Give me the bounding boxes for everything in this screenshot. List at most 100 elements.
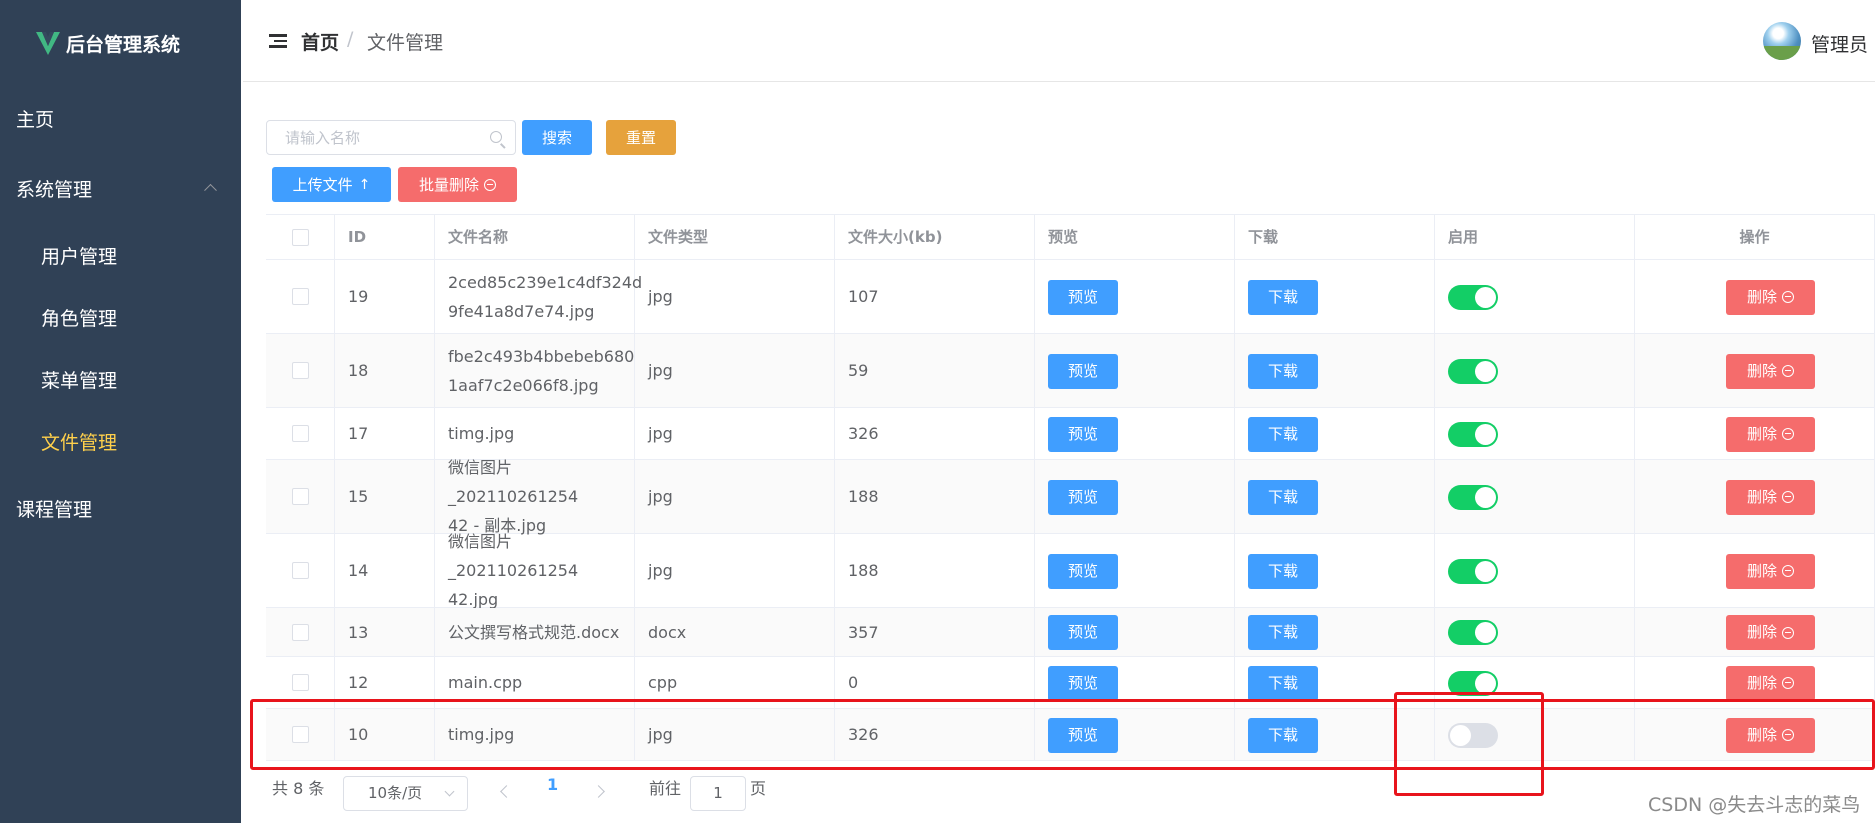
preview-button[interactable]: 预览	[1048, 665, 1118, 701]
search-button[interactable]: 搜索	[522, 120, 592, 155]
delete-button[interactable]: 删除	[1726, 416, 1815, 452]
column-header-label: 预览	[1048, 227, 1079, 246]
file-type: cpp	[648, 673, 678, 692]
file-size: 59	[848, 361, 869, 380]
table-header-cell: 文件大小(kb)	[835, 215, 1035, 259]
file-id: 12	[348, 673, 369, 692]
column-header-label: 启用	[1448, 227, 1479, 246]
preview-button-label: 预览	[1067, 287, 1098, 306]
row-checkbox[interactable]	[291, 425, 309, 442]
sidebar-item-label: 课程管理	[16, 498, 93, 521]
row-checkbox[interactable]	[291, 488, 309, 505]
upload-button[interactable]: 上传文件 ↑	[272, 167, 391, 202]
row-checkbox[interactable]	[291, 288, 309, 305]
user-name[interactable]: 管理员	[1811, 30, 1868, 57]
row-checkbox[interactable]	[291, 623, 309, 641]
sidebar-item-roles[interactable]: 角色管理	[0, 297, 241, 337]
download-button[interactable]: 下载	[1248, 279, 1318, 315]
toggle-knob	[1475, 286, 1496, 308]
reset-button[interactable]: 重置	[606, 120, 676, 155]
table-cell: 下载	[1235, 260, 1435, 333]
prev-page-icon[interactable]	[500, 785, 513, 798]
table-row: 13 公文撰写格式规范.docx docx 357 预览 下载 删除	[266, 608, 1875, 657]
table-cell: 删除	[1635, 460, 1875, 533]
table-cell	[1435, 608, 1635, 656]
table-cell: 15	[335, 460, 435, 533]
remove-circle-icon	[1782, 677, 1794, 689]
pagination-total: 共 8 条	[272, 779, 325, 798]
preview-button[interactable]: 预览	[1048, 416, 1118, 452]
row-checkbox[interactable]	[291, 562, 309, 579]
row-checkbox[interactable]	[291, 674, 309, 691]
preview-button[interactable]: 预览	[1048, 279, 1118, 315]
batch-delete-button[interactable]: 批量删除	[398, 167, 517, 202]
download-button[interactable]: 下载	[1248, 416, 1318, 452]
search-input[interactable]	[285, 121, 485, 154]
page-size-select[interactable]: 10条/页	[343, 776, 468, 811]
table-cell: timg.jpg	[435, 408, 635, 459]
table-cell: 预览	[1035, 334, 1235, 407]
preview-button[interactable]: 预览	[1048, 615, 1118, 650]
preview-button-label: 预览	[1067, 424, 1098, 443]
preview-button[interactable]: 预览	[1048, 479, 1118, 515]
table-cell: 188	[835, 460, 1035, 533]
delete-button-label: 删除	[1746, 623, 1777, 641]
sidebar-item-label: 角色管理	[41, 307, 118, 330]
breadcrumb-home[interactable]: 首页	[301, 28, 339, 55]
sidebar-item-label: 系统管理	[16, 178, 93, 201]
file-name-line: timg.jpg	[448, 424, 515, 443]
download-button[interactable]: 下载	[1248, 479, 1318, 515]
remove-circle-icon	[1782, 565, 1794, 577]
column-header-label: 文件名称	[448, 227, 509, 246]
enabled-toggle[interactable]	[1448, 358, 1498, 384]
enabled-toggle[interactable]	[1448, 284, 1498, 310]
download-button-label: 下载	[1267, 487, 1298, 506]
page-number-current[interactable]: 1	[547, 775, 558, 794]
enabled-toggle[interactable]	[1448, 558, 1498, 584]
sidebar-item-system[interactable]: 系统管理	[0, 168, 241, 208]
delete-button[interactable]: 删除	[1726, 353, 1815, 389]
avatar[interactable]	[1763, 22, 1801, 60]
sidebar-item-users[interactable]: 用户管理	[0, 235, 241, 275]
sidebar-item-courses[interactable]: 课程管理	[0, 488, 241, 528]
enabled-toggle[interactable]	[1448, 484, 1498, 510]
delete-button[interactable]: 删除	[1726, 479, 1815, 515]
delete-button[interactable]: 删除	[1726, 279, 1815, 315]
table-cell	[266, 534, 335, 607]
table-cell: jpg	[635, 408, 835, 459]
delete-button[interactable]: 删除	[1726, 665, 1815, 701]
table-cell: 17	[335, 408, 435, 459]
file-id: 19	[348, 287, 369, 306]
remove-circle-icon	[1782, 428, 1794, 440]
table-row: 19 2ced85c239e1c4df324d 9fe41a8d7e74.jpg jp…	[266, 260, 1875, 334]
download-button[interactable]: 下载	[1248, 353, 1318, 389]
enabled-toggle[interactable]	[1448, 620, 1498, 645]
reset-button-label: 重置	[625, 129, 656, 147]
download-button[interactable]: 下载	[1248, 615, 1318, 650]
table-cell: 13	[335, 608, 435, 656]
delete-button[interactable]: 删除	[1726, 615, 1815, 650]
menu-toggle-icon[interactable]	[269, 34, 287, 48]
preview-button[interactable]: 预览	[1048, 353, 1118, 389]
sidebar-item-files[interactable]: 文件管理	[0, 421, 241, 461]
goto-page-input[interactable]: 1	[690, 776, 746, 811]
download-button[interactable]: 下载	[1248, 665, 1318, 701]
file-size: 0	[848, 673, 859, 692]
delete-button[interactable]: 删除	[1726, 553, 1815, 589]
file-id: 18	[348, 361, 369, 380]
sidebar-item-menus[interactable]: 菜单管理	[0, 359, 241, 399]
toggle-knob	[1475, 360, 1496, 382]
page-size-value: 10条/页	[368, 784, 423, 802]
enabled-toggle[interactable]	[1448, 421, 1498, 447]
sidebar-item-home[interactable]: 主页	[0, 98, 241, 138]
row-checkbox[interactable]	[291, 362, 309, 379]
preview-button-label: 预览	[1067, 673, 1098, 692]
download-button-label: 下载	[1267, 561, 1298, 580]
preview-button[interactable]: 预览	[1048, 553, 1118, 589]
chevron-up-icon	[204, 183, 217, 197]
download-button[interactable]: 下载	[1248, 553, 1318, 589]
file-name-line: 2ced85c239e1c4df324d	[448, 272, 643, 292]
next-page-icon[interactable]	[592, 785, 605, 798]
toggle-knob	[1475, 622, 1496, 643]
select-all-checkbox[interactable]	[291, 228, 309, 246]
